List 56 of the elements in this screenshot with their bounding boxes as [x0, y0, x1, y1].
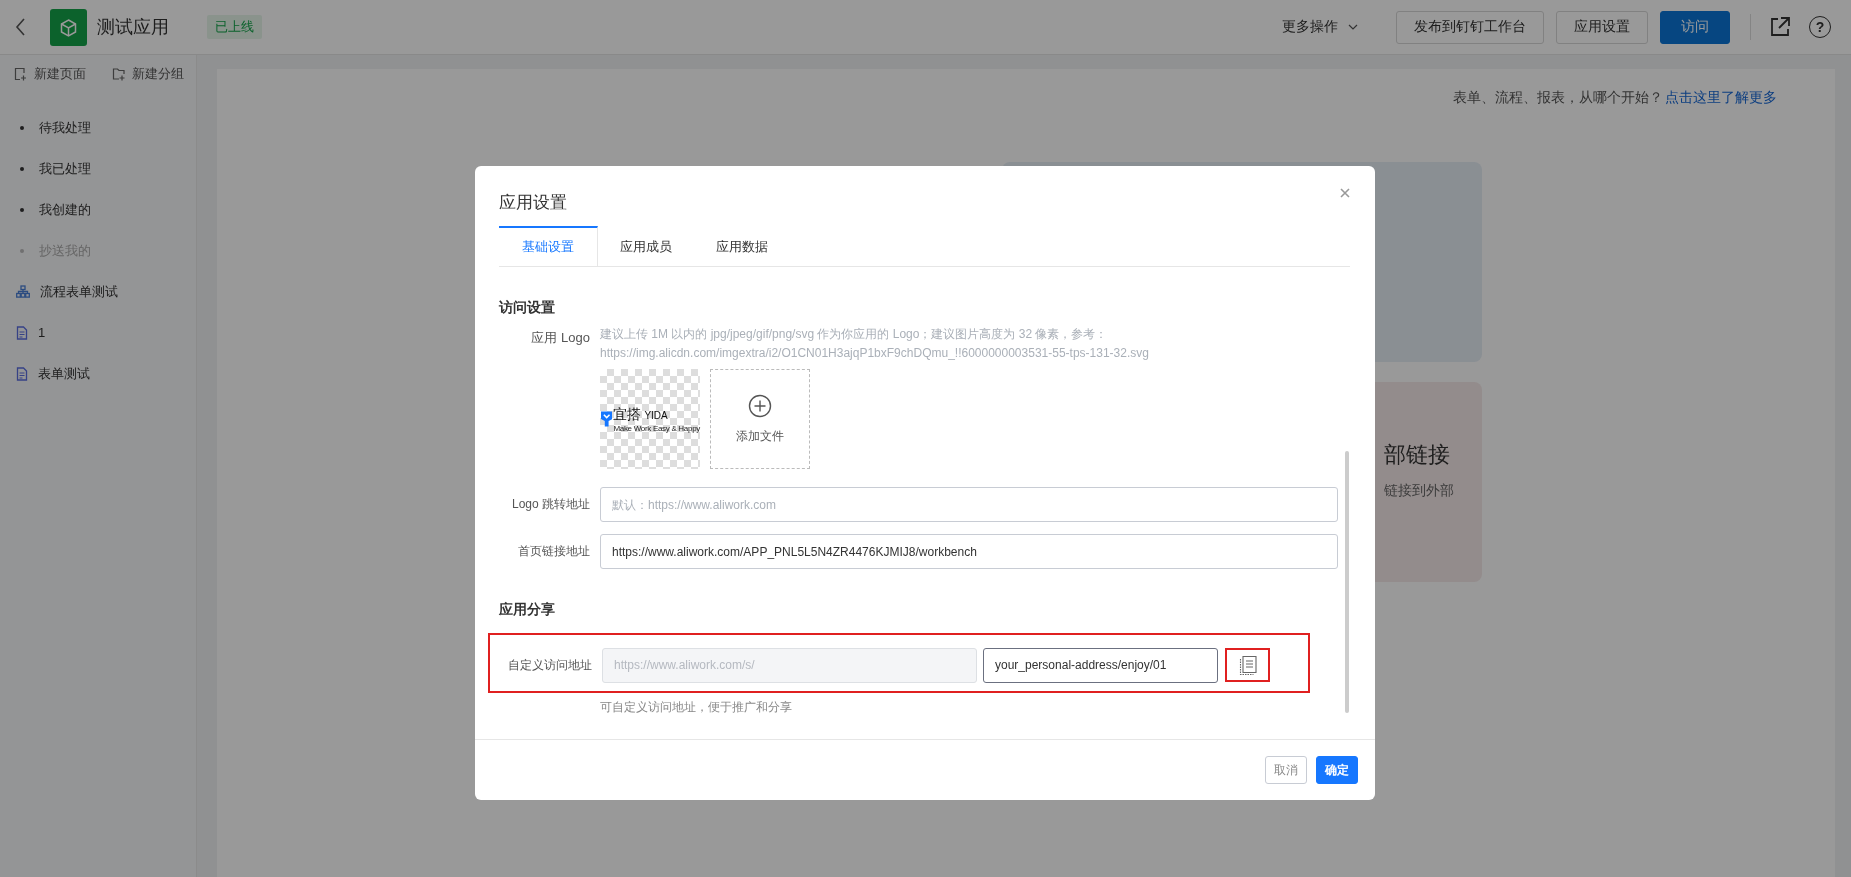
text-field[interactable]: https://www.aliwork.com/APP_PNL5L5N4ZR4476KJMIJ8/workbench [600, 534, 1338, 569]
org-chart-icon [16, 285, 30, 298]
document-icon [16, 366, 28, 381]
app-logo-icon [50, 8, 87, 46]
back-icon[interactable] [14, 17, 28, 37]
logo-tagline: Make Work Easy & Happy [613, 423, 700, 433]
field-label: 首页链接地址 [517, 543, 590, 560]
field-label: 应用 Logo [530, 329, 590, 347]
scrollbar-thumb[interactable] [1345, 451, 1349, 713]
card-text: 链接到外部 [1384, 482, 1455, 500]
bullet-icon [20, 248, 24, 253]
copy-button[interactable] [1225, 648, 1270, 682]
external-link-icon[interactable] [1769, 16, 1791, 38]
section-title: 访问设置 [499, 299, 556, 317]
sidebar-item[interactable]: 我创建的 [0, 189, 196, 230]
sidebar-action[interactable]: 新建分组 [112, 65, 184, 83]
field-label: Logo 跳转地址 [510, 496, 590, 513]
confirm-button[interactable]: 确定 [1316, 756, 1358, 784]
card-title: 部链接 [1384, 441, 1451, 469]
sidebar-action[interactable]: 新建页面 [14, 65, 86, 83]
help-text: 可自定义访问地址，便于推广和分享 [600, 699, 793, 716]
tab[interactable]: 应用数据 [694, 226, 790, 266]
custom-address-field[interactable]: your_personal-address/enjoy/01 [983, 647, 1218, 683]
visit-button[interactable]: 访问 [1660, 10, 1730, 44]
toolbar-button[interactable]: 发布到钉钉工作台 [1396, 10, 1544, 44]
bullet-icon [20, 166, 24, 171]
tab[interactable]: 应用成员 [598, 226, 694, 266]
caret-icon [1348, 24, 1358, 30]
sidebar-item[interactable]: 待我处理 [0, 107, 196, 148]
logo-latin-name: YIDA [644, 409, 668, 421]
dialog-title: 应用设置 [499, 192, 567, 214]
intro-text: 表单、流程、报表，从哪个开始？ [1453, 89, 1663, 105]
logo-name: 宜搭 [613, 405, 642, 424]
cancel-button[interactable]: 取消 [1265, 756, 1307, 784]
status-badge: 已上线 [207, 15, 262, 39]
bullet-icon [20, 125, 24, 130]
section-title: 应用分享 [499, 601, 556, 619]
sidebar-item[interactable]: 流程表单测试 [0, 271, 196, 312]
text-field[interactable]: 默认：https://www.aliwork.com [600, 487, 1338, 522]
tab[interactable]: 基础设置 [499, 226, 598, 266]
new-page-icon [14, 67, 28, 81]
upload-button[interactable]: 添加文件 [710, 369, 810, 469]
toolbar-button[interactable]: 应用设置 [1556, 10, 1648, 44]
bullet-icon [20, 207, 24, 212]
sidebar-item[interactable]: 我已处理 [0, 148, 196, 189]
hint-text: 建议上传 1M 以内的 jpg/jpeg/gif/png/svg 作为你应用的 Logo；建议图片高度为 32 像素，参考：https://img.alicdn.com/imgextra/i2/O1CN01H3ajqP1bxF9chDQmu_!!6000000003531-55-tps-131-32.svg [600, 326, 1150, 362]
document-icon [16, 325, 28, 340]
field-label: 自定义访问地址 [507, 656, 592, 674]
app-name: 测试应用 [97, 16, 169, 39]
more-actions-menu[interactable]: 更多操作 [1276, 18, 1364, 36]
plus-circle-icon [748, 393, 772, 418]
new-folder-icon [112, 67, 126, 81]
sidebar-item[interactable]: 1 [0, 312, 196, 353]
close-icon[interactable] [1340, 188, 1350, 198]
sidebar-item[interactable]: 表单测试 [0, 353, 196, 394]
learn-more-link[interactable]: 点击这里了解更多 [1665, 89, 1777, 105]
